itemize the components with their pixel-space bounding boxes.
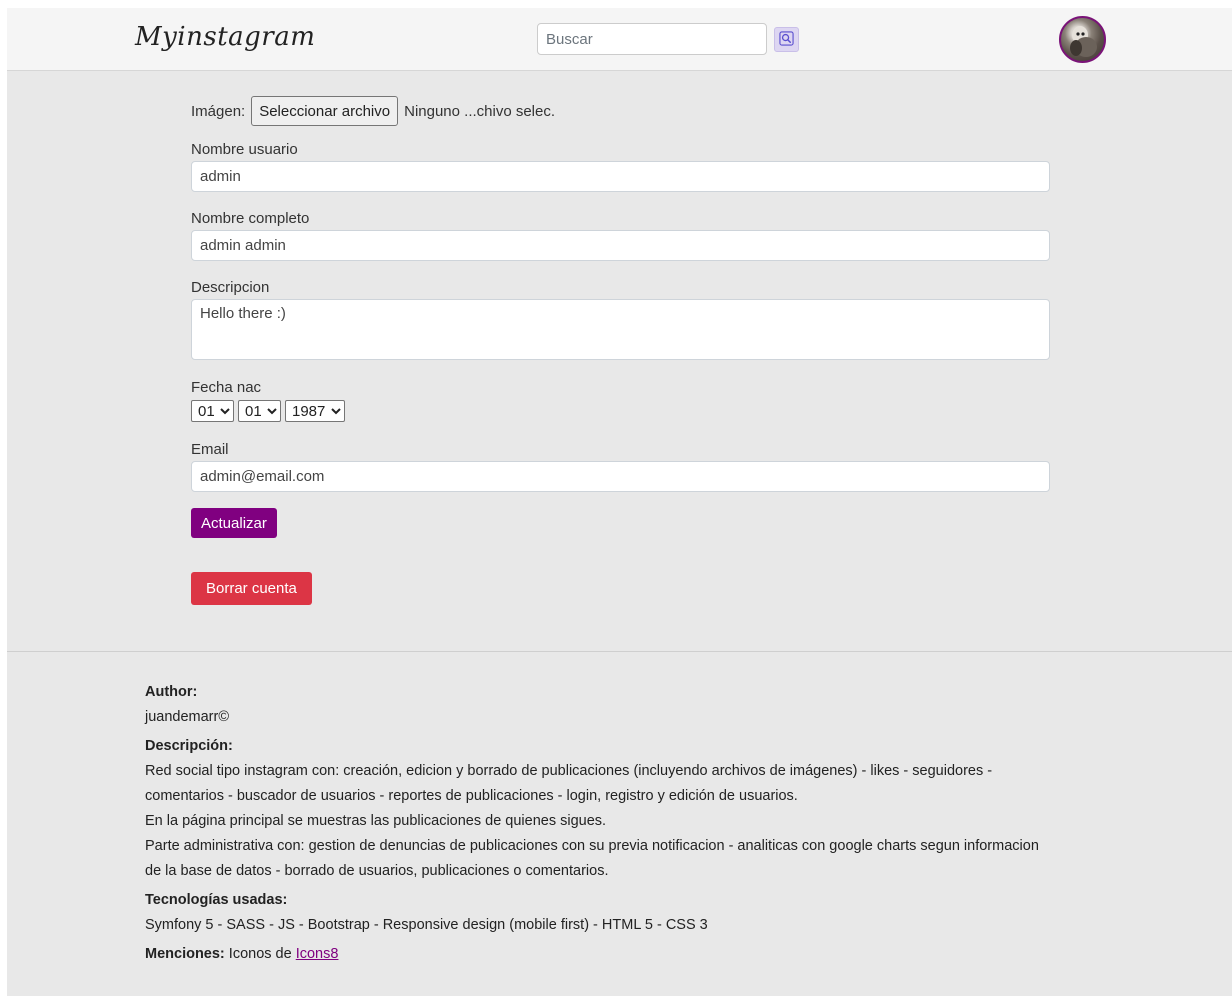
- brand-logo[interactable]: Myinstagram: [135, 22, 315, 52]
- username-field[interactable]: [191, 161, 1050, 192]
- mentions-text: Iconos de: [228, 946, 292, 962]
- select-file-button[interactable]: Seleccionar archivo: [251, 96, 399, 126]
- delete-account-button[interactable]: Borrar cuenta: [191, 572, 312, 605]
- mentions-row: Menciones: Iconos de Icons8: [145, 942, 1105, 967]
- author-name: juandemarr©: [145, 709, 230, 725]
- image-upload-row: Imágen: Seleccionar archivo Ninguno ...c…: [191, 96, 555, 126]
- description-field[interactable]: Hello there :): [191, 299, 1050, 360]
- birth-month-select[interactable]: 01: [238, 400, 281, 422]
- description-text: Red social tipo instagram con: creación,…: [145, 759, 1105, 884]
- description-label: Descripcion: [191, 279, 270, 296]
- description-line: de la base de datos - borrado de usuario…: [145, 863, 609, 879]
- image-label: Imágen:: [191, 102, 246, 120]
- username-label: Nombre usuario: [191, 141, 298, 158]
- fullname-field[interactable]: [191, 230, 1050, 261]
- page-frame: Myinstagram Imágen: Sele: [7, 8, 1232, 996]
- description-line: comentarios - buscador de usuarios - rep…: [145, 788, 798, 804]
- magnifier-icon: [779, 30, 794, 49]
- fullname-label: Nombre completo: [191, 210, 310, 227]
- description-line: Red social tipo instagram con: creación,…: [145, 763, 993, 779]
- description-line: Parte administrativa con: gestion de den…: [145, 838, 1039, 854]
- email-label: Email: [191, 441, 229, 458]
- search-input[interactable]: [537, 23, 767, 55]
- search-button[interactable]: [774, 27, 799, 52]
- file-status: Ninguno ...chivo selec.: [404, 102, 556, 120]
- navbar: Myinstagram: [7, 8, 1232, 71]
- tech-text: Symfony 5 - SASS - JS - Bootstrap - Resp…: [145, 917, 708, 933]
- birthdate-selects: 01 01 1987: [191, 400, 345, 422]
- birth-year-select[interactable]: 1987: [285, 400, 345, 422]
- footer-content: Author: juandemarr© Descripción: Red soc…: [145, 680, 1105, 967]
- birthdate-label: Fecha nac: [191, 379, 262, 396]
- mentions-heading: Menciones:: [145, 946, 225, 962]
- description-line: En la página principal se muestras las p…: [145, 813, 607, 829]
- birth-day-select[interactable]: 01: [191, 400, 234, 422]
- update-button[interactable]: Actualizar: [191, 508, 277, 538]
- description-heading: Descripción:: [145, 738, 233, 754]
- user-avatar[interactable]: [1059, 16, 1106, 63]
- icons8-link[interactable]: Icons8: [296, 946, 339, 962]
- email-field[interactable]: [191, 461, 1050, 492]
- tech-heading: Tecnologías usadas:: [145, 892, 288, 908]
- footer: Author: juandemarr© Descripción: Red soc…: [7, 651, 1232, 996]
- author-heading: Author:: [145, 684, 198, 700]
